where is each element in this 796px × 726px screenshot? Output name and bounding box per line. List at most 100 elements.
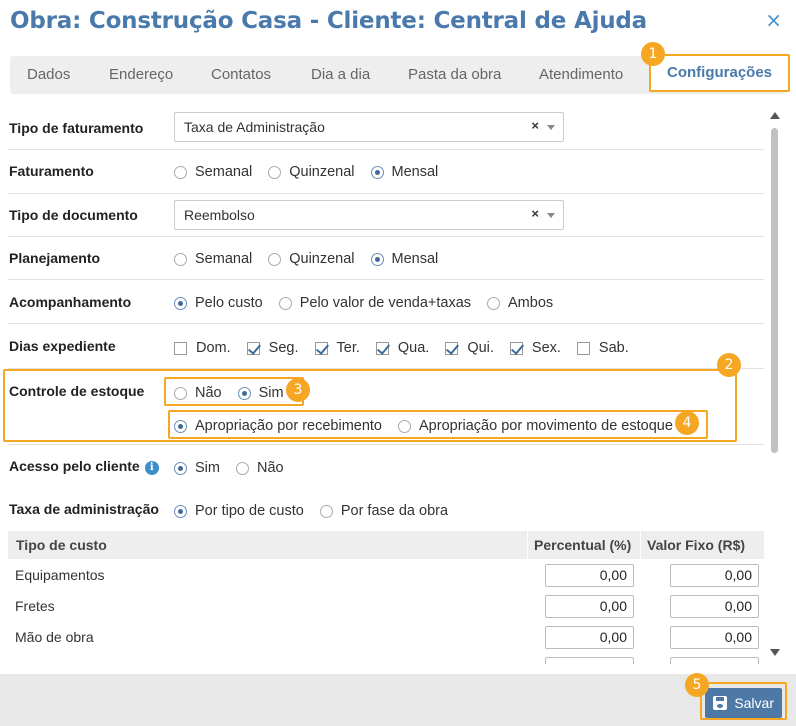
scrollbar-thumb[interactable] (771, 128, 778, 453)
callout-3-badge: 3 (286, 378, 310, 402)
row-planejamento: Planejamento Semanal Quinzenal Mensal (8, 237, 764, 280)
radio-selected-icon[interactable] (174, 504, 187, 518)
faturamento-option-quinzenal[interactable]: Quinzenal (268, 164, 355, 180)
radio-selected-icon[interactable] (174, 296, 187, 310)
checkbox-checked-icon[interactable] (509, 341, 523, 355)
day-ter[interactable]: Ter. (314, 340, 360, 356)
acompanhamento-option-pelo-custo[interactable]: Pelo custo (174, 295, 263, 311)
table-header: Tipo de custo Percentual (%) Valor Fixo … (8, 531, 764, 559)
tab-configuracoes[interactable]: Configurações (649, 54, 791, 92)
checkbox-icon[interactable] (174, 341, 187, 355)
radio-icon[interactable] (174, 165, 187, 179)
acompanhamento-option-valor-venda[interactable]: Pelo valor de venda+taxas (278, 295, 471, 311)
callout-5-highlight (700, 682, 787, 720)
chevron-down-icon[interactable] (547, 125, 555, 130)
checkbox-checked-icon[interactable] (314, 341, 328, 355)
option-label: Mensal (391, 251, 439, 267)
percentual-input[interactable]: 0,00 (545, 595, 634, 618)
faturamento-option-semanal[interactable]: Semanal (174, 164, 252, 180)
tipo-documento-label: Tipo de documento (9, 207, 138, 223)
table-row-partial (8, 653, 764, 664)
callout-3-highlight (164, 377, 304, 406)
acompanhamento-option-ambos[interactable]: Ambos (487, 295, 553, 311)
scroll-down-icon[interactable] (770, 649, 780, 656)
clear-icon[interactable]: × (531, 206, 539, 221)
radio-selected-icon[interactable] (174, 461, 187, 475)
info-icon[interactable]: i (144, 461, 159, 475)
day-qui[interactable]: Qui. (445, 340, 494, 356)
radio-icon[interactable] (268, 165, 282, 179)
column-header-tipo-custo: Tipo de custo (16, 537, 107, 553)
option-label: Por tipo de custo (195, 503, 304, 519)
tab-contatos[interactable]: Contatos (211, 56, 271, 94)
faturamento-option-mensal[interactable]: Mensal (370, 164, 439, 180)
tab-endereco[interactable]: Endereço (109, 56, 173, 94)
option-label: Mensal (391, 164, 439, 180)
option-label: Ambos (508, 295, 554, 311)
radio-selected-icon[interactable] (370, 165, 384, 179)
tipo-documento-select[interactable]: Reembolso × (174, 200, 564, 230)
option-label: Pelo custo (195, 295, 263, 311)
tipo-faturamento-select[interactable]: Taxa de Administração × (174, 112, 564, 142)
taxa-administracao-options: Por tipo de custo Por fase da obra (174, 503, 464, 519)
day-label: Seg. (268, 340, 299, 356)
planejamento-option-mensal[interactable]: Mensal (370, 251, 439, 267)
dias-expediente-label: Dias expediente (9, 338, 116, 354)
radio-icon[interactable] (319, 504, 333, 518)
callout-1-badge: 1 (641, 42, 665, 66)
day-seg[interactable]: Seg. (246, 340, 299, 356)
valor-fixo-input[interactable] (670, 657, 759, 664)
chevron-down-icon[interactable] (547, 213, 555, 218)
radio-selected-icon[interactable] (370, 252, 384, 266)
radio-icon[interactable] (487, 296, 501, 310)
scroll-up-icon[interactable] (770, 112, 780, 119)
clear-icon[interactable]: × (531, 118, 539, 133)
tab-atendimento[interactable]: Atendimento (539, 56, 623, 94)
column-divider (640, 531, 641, 559)
option-label: Por fase da obra (340, 503, 449, 519)
tab-pasta-da-obra[interactable]: Pasta da obra (408, 56, 501, 94)
acesso-cliente-option-nao[interactable]: Não (235, 460, 284, 476)
tab-dados[interactable]: Dados (27, 56, 70, 94)
planejamento-option-quinzenal[interactable]: Quinzenal (268, 251, 355, 267)
day-sab[interactable]: Sab. (576, 340, 629, 356)
valor-fixo-input[interactable]: 0,00 (670, 564, 759, 587)
day-sex[interactable]: Sex. (509, 340, 561, 356)
radio-icon[interactable] (278, 296, 292, 310)
tab-dia-a-dia[interactable]: Dia a dia (311, 56, 370, 94)
callout-5-badge: 5 (685, 673, 709, 697)
vertical-scrollbar[interactable] (769, 112, 781, 664)
acesso-cliente-option-sim[interactable]: Sim (174, 460, 220, 476)
taxa-option-fase-obra[interactable]: Por fase da obra (319, 503, 449, 519)
planejamento-option-semanal[interactable]: Semanal (174, 251, 252, 267)
option-label: Semanal (195, 251, 253, 267)
valor-fixo-input[interactable]: 0,00 (670, 595, 759, 618)
percentual-input[interactable]: 0,00 (545, 626, 634, 649)
radio-icon[interactable] (235, 461, 249, 475)
column-divider (527, 531, 528, 559)
close-icon[interactable]: × (765, 8, 782, 32)
row-faturamento: Faturamento Semanal Quinzenal Mensal (8, 150, 764, 194)
percentual-input[interactable]: 0,00 (545, 564, 634, 587)
radio-icon[interactable] (174, 252, 187, 266)
acesso-cliente-label: Acesso pelo cliente i (9, 458, 159, 475)
column-header-percentual: Percentual (%) (534, 537, 632, 553)
tab-bar: Dados Endereço Contatos Dia a dia Pasta … (10, 54, 791, 94)
day-dom[interactable]: Dom. (174, 340, 231, 356)
valor-fixo-input[interactable]: 0,00 (670, 626, 759, 649)
tipo-faturamento-label: Tipo de faturamento (9, 120, 144, 136)
acompanhamento-label: Acompanhamento (9, 294, 132, 310)
day-label: Sex. (531, 340, 561, 356)
day-label: Dom. (196, 340, 231, 356)
day-qua[interactable]: Qua. (375, 340, 429, 356)
tipo-faturamento-value: Taxa de Administração (184, 119, 325, 135)
percentual-input[interactable] (545, 657, 634, 664)
radio-icon[interactable] (268, 252, 282, 266)
checkbox-icon[interactable] (576, 341, 590, 355)
option-label: Sim (195, 460, 220, 476)
taxa-option-tipo-custo[interactable]: Por tipo de custo (174, 503, 304, 519)
acesso-cliente-options: Sim Não (174, 460, 300, 476)
checkbox-checked-icon[interactable] (375, 341, 389, 355)
checkbox-checked-icon[interactable] (246, 341, 260, 355)
checkbox-checked-icon[interactable] (445, 341, 459, 355)
